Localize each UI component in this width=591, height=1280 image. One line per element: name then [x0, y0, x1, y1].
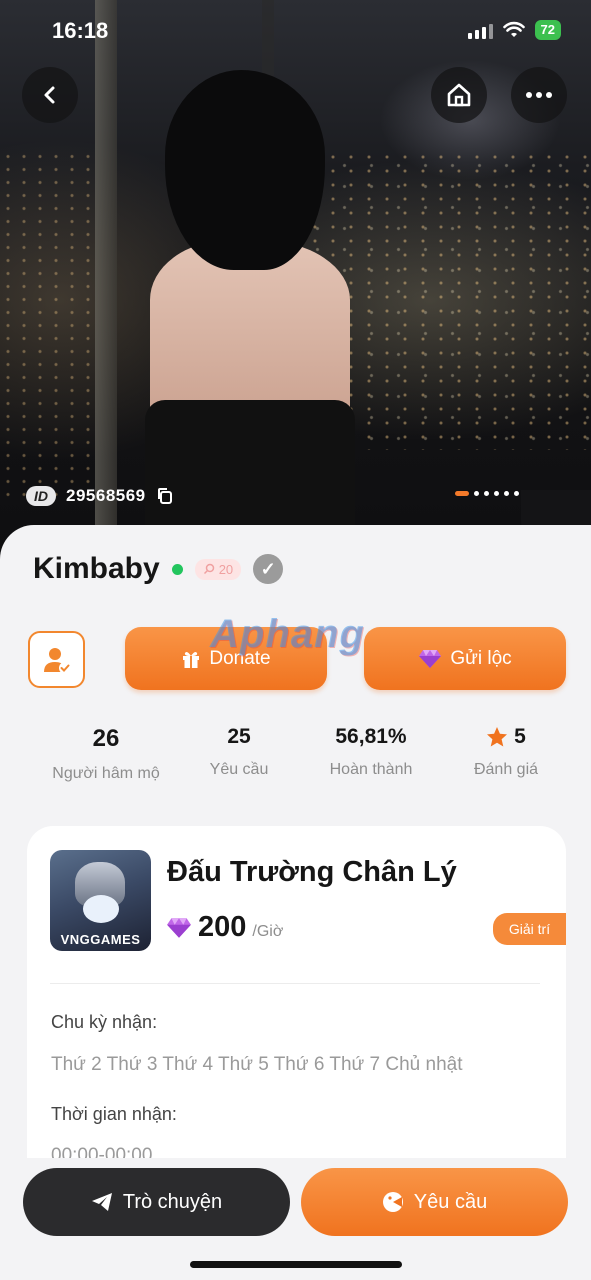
send-icon	[91, 1193, 112, 1211]
follow-button[interactable]	[28, 631, 85, 688]
stat-value: 26	[92, 725, 120, 752]
status-bar: 16:18 72	[0, 0, 591, 60]
status-time: 16:18	[52, 18, 109, 43]
copy-icon[interactable]	[156, 487, 174, 505]
search-heart-icon	[203, 563, 214, 575]
back-button[interactable]	[22, 67, 78, 123]
stat-value: 56,81%	[335, 725, 407, 748]
game-publisher: VNGGAMES	[60, 932, 141, 947]
level-value: 20	[218, 561, 234, 577]
more-options-button[interactable]	[511, 67, 567, 123]
diamond-icon	[419, 649, 442, 668]
verified-check-icon: ✓	[253, 554, 284, 584]
pagination-dot[interactable]	[455, 491, 469, 496]
chevron-left-icon	[44, 86, 55, 104]
stat-label: Người hâm mộ	[52, 765, 160, 782]
profile-photo[interactable]	[0, 0, 591, 560]
window-frame	[95, 0, 117, 560]
stat-requests: 25 Yêu cầu	[185, 725, 293, 779]
pagination-dot[interactable]	[474, 491, 479, 496]
home-button[interactable]	[431, 67, 487, 123]
stats-row: 26 Người hâm mộ 25 Yêu cầu 56,81% Hoàn t…	[0, 725, 591, 800]
level-badge: 20	[194, 558, 242, 580]
stat-label: Hoàn thành	[329, 761, 413, 778]
price-value: 200	[198, 911, 247, 943]
user-name: Kimbaby	[33, 552, 160, 585]
stat-fans: 26 Người hâm mộ	[40, 725, 172, 783]
cellular-signal-icon	[467, 21, 493, 39]
watermark-logo: Aphang	[210, 612, 365, 656]
pagination-dot[interactable]	[514, 491, 519, 496]
gift-icon	[183, 651, 200, 668]
online-status-dot	[171, 563, 183, 575]
request-label: Yêu cầu	[413, 1190, 488, 1213]
pagination-dot[interactable]	[484, 491, 489, 496]
stat-completion: 56,81% Hoàn thành	[315, 725, 427, 779]
price-unit: /Giờ	[252, 923, 284, 940]
user-check-icon	[43, 647, 71, 674]
send-gift-button[interactable]: Gửi lộc	[364, 627, 566, 690]
game-mascot-face	[83, 895, 119, 923]
diamond-icon	[167, 917, 191, 938]
price-row: 200 /Giờ	[166, 911, 283, 944]
time-label: Thời gian nhận:	[51, 1104, 177, 1124]
chat-button[interactable]: Trò chuyện	[23, 1168, 290, 1236]
stat-value: 5	[514, 725, 526, 748]
send-gift-label: Gửi lộc	[450, 647, 512, 669]
user-id: ID 29568569	[26, 486, 174, 506]
pagination-dot[interactable]	[494, 491, 499, 496]
id-tag: ID	[26, 486, 56, 506]
name-row: Kimbaby 20 ✓	[33, 552, 284, 586]
stat-label: Đánh giá	[473, 761, 539, 778]
stat-rating[interactable]: 5 Đánh giá	[455, 725, 557, 779]
battery-indicator: 72	[534, 20, 561, 40]
stat-value: 25	[227, 725, 251, 748]
home-icon	[447, 83, 471, 107]
gamepad-icon	[382, 1192, 403, 1212]
chat-label: Trò chuyện	[122, 1190, 223, 1213]
star-icon	[487, 727, 508, 747]
category-tag: Giải trí	[493, 913, 566, 945]
request-button[interactable]: Yêu cầu	[301, 1168, 568, 1236]
more-icon	[526, 92, 552, 98]
cycle-label: Chu kỳ nhận:	[51, 1012, 158, 1032]
rating-row: 5	[455, 725, 557, 749]
game-thumbnail: VNGGAMES	[50, 850, 151, 951]
stat-label: Yêu cầu	[209, 761, 269, 778]
photo-subject-hair	[165, 70, 325, 270]
city-lights-left	[0, 150, 100, 500]
divider	[50, 983, 540, 984]
home-indicator	[190, 1261, 402, 1268]
cycle-value: Thứ 2 Thứ 3 Thứ 4 Thứ 5 Thứ 6 Thứ 7 Chủ …	[51, 1054, 463, 1075]
wifi-icon	[502, 21, 525, 37]
pagination-dot[interactable]	[504, 491, 509, 496]
game-title: Đấu Trường Chân Lý	[167, 856, 457, 888]
id-number: 29568569	[66, 486, 146, 505]
